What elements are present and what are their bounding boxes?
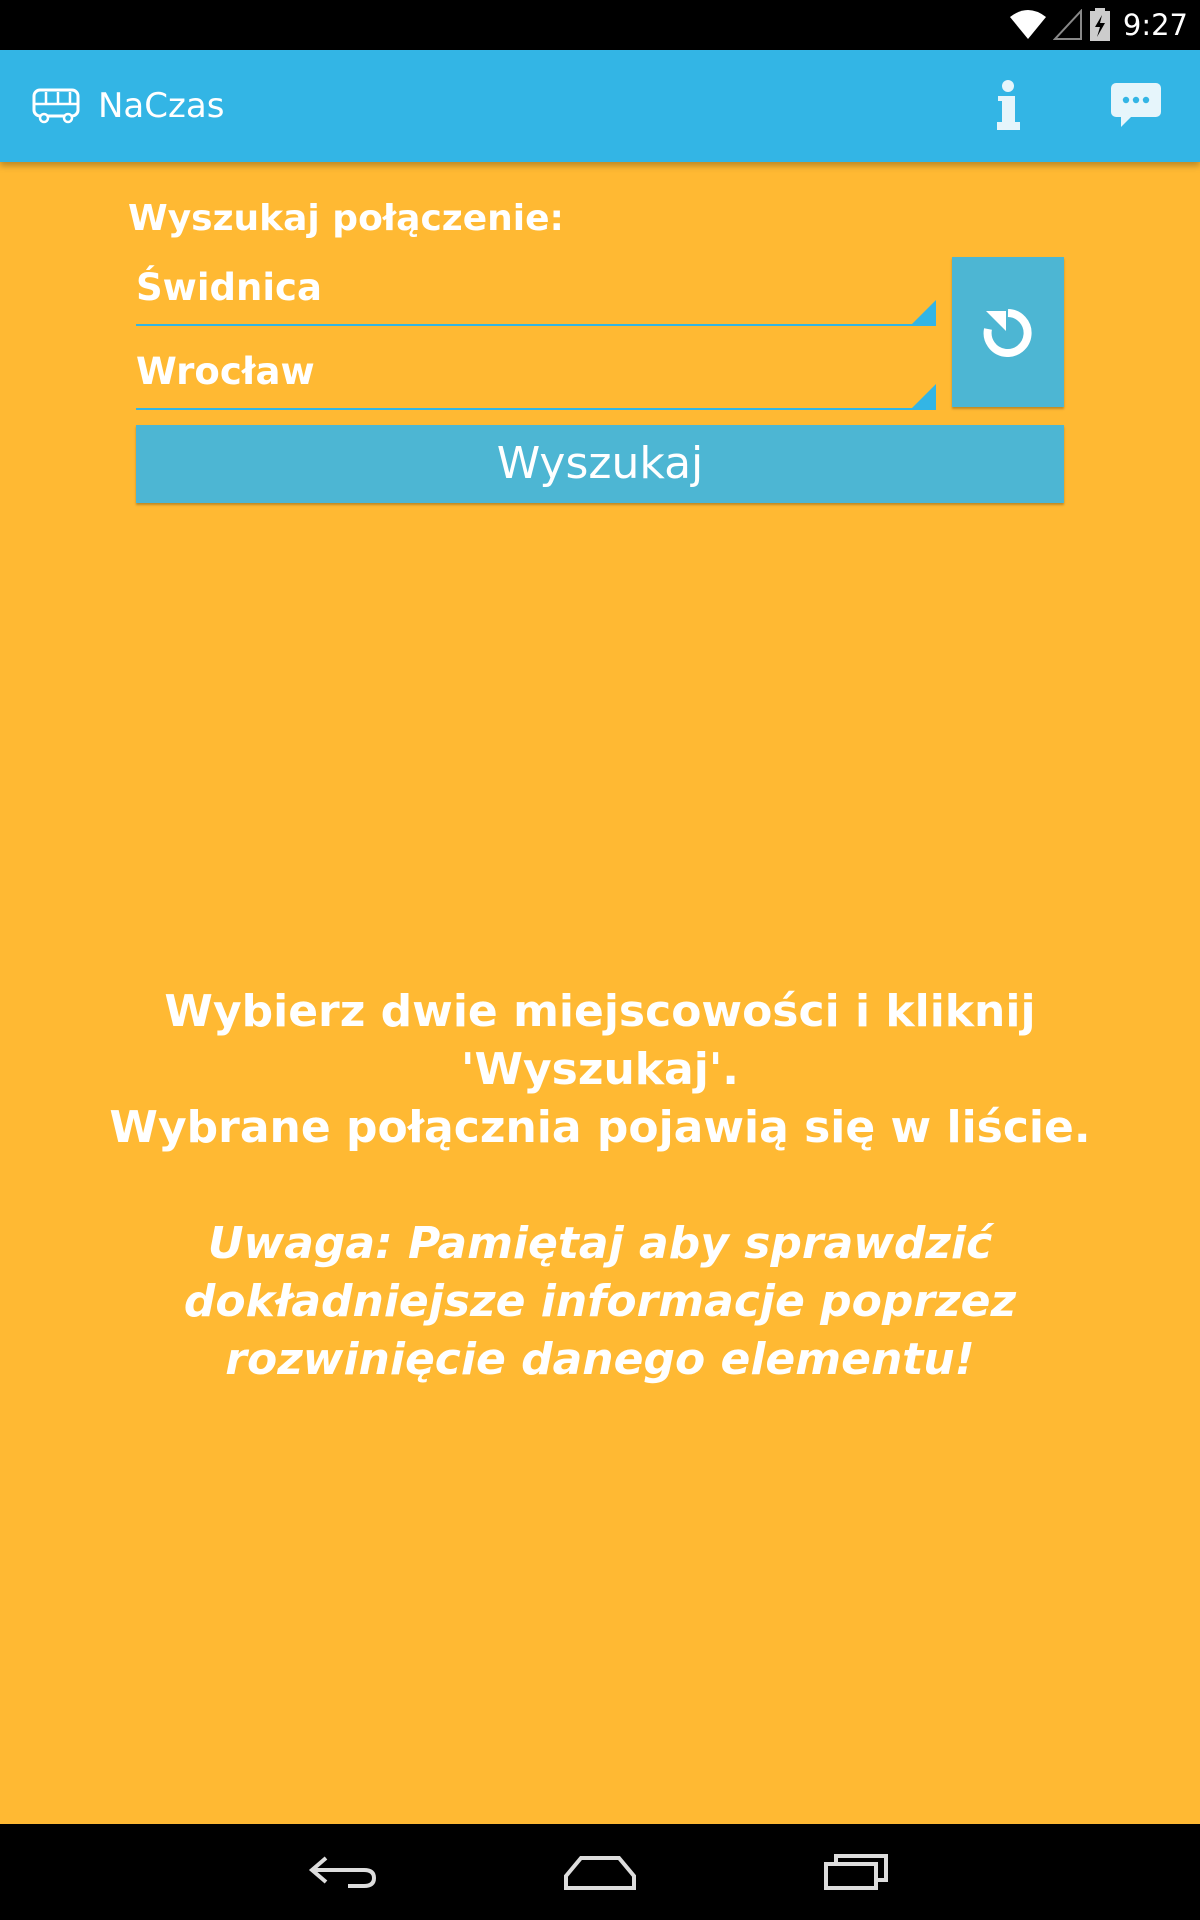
warning-line: Uwaga: Pamiętaj aby sprawdzić xyxy=(207,1218,993,1269)
action-bar: NaCzas xyxy=(0,50,1200,162)
recents-icon xyxy=(824,1854,888,1890)
search-label: Wyszukaj połączenie: xyxy=(128,198,564,239)
back-button[interactable] xyxy=(283,1840,403,1904)
hint-line: Wybierz dwie miejscowości i kliknij xyxy=(164,986,1036,1037)
hint-line: Wybrane połącznia pojawią się w liście. xyxy=(109,1102,1091,1153)
dropdown-arrow-icon xyxy=(912,384,936,408)
navigation-bar xyxy=(0,1824,1200,1920)
chat-icon xyxy=(1111,83,1161,127)
hint-message: Wybierz dwie miejscowości i kliknij 'Wys… xyxy=(100,983,1100,1157)
to-city-value: Wrocław xyxy=(136,350,315,393)
warning-line: rozwinięcie danego elementu! xyxy=(225,1334,975,1385)
status-time: 9:27 xyxy=(1122,8,1188,42)
info-icon xyxy=(997,80,1020,130)
back-icon xyxy=(308,1856,377,1888)
from-city-value: Świdnica xyxy=(136,266,322,309)
info-button[interactable] xyxy=(970,74,1046,138)
hint-line: 'Wyszukaj'. xyxy=(460,1044,740,1095)
to-city-spinner[interactable]: Wrocław xyxy=(136,338,936,410)
swap-arrow-icon xyxy=(983,309,1032,357)
home-icon xyxy=(564,1856,636,1890)
swap-cities-button[interactable] xyxy=(952,257,1064,407)
cell-signal-icon xyxy=(1052,9,1082,40)
chat-button[interactable] xyxy=(1096,74,1176,138)
bus-icon xyxy=(32,88,80,124)
warning-message: Uwaga: Pamiętaj aby sprawdzić dokładniej… xyxy=(100,1215,1100,1389)
dropdown-arrow-icon xyxy=(912,300,936,324)
battery-charging-icon xyxy=(1089,8,1110,41)
warning-line: dokładniejsze informacje poprzez xyxy=(183,1276,1017,1327)
home-button[interactable] xyxy=(540,1840,660,1904)
recents-button[interactable] xyxy=(797,1840,917,1904)
status-bar: 9:27 xyxy=(0,0,1200,50)
status-icons: 9:27 xyxy=(1009,0,1188,50)
search-button[interactable]: Wyszukaj xyxy=(136,425,1064,503)
wifi-icon xyxy=(1009,10,1046,39)
from-city-spinner[interactable]: Świdnica xyxy=(136,254,936,326)
app-title: NaCzas xyxy=(98,86,225,126)
